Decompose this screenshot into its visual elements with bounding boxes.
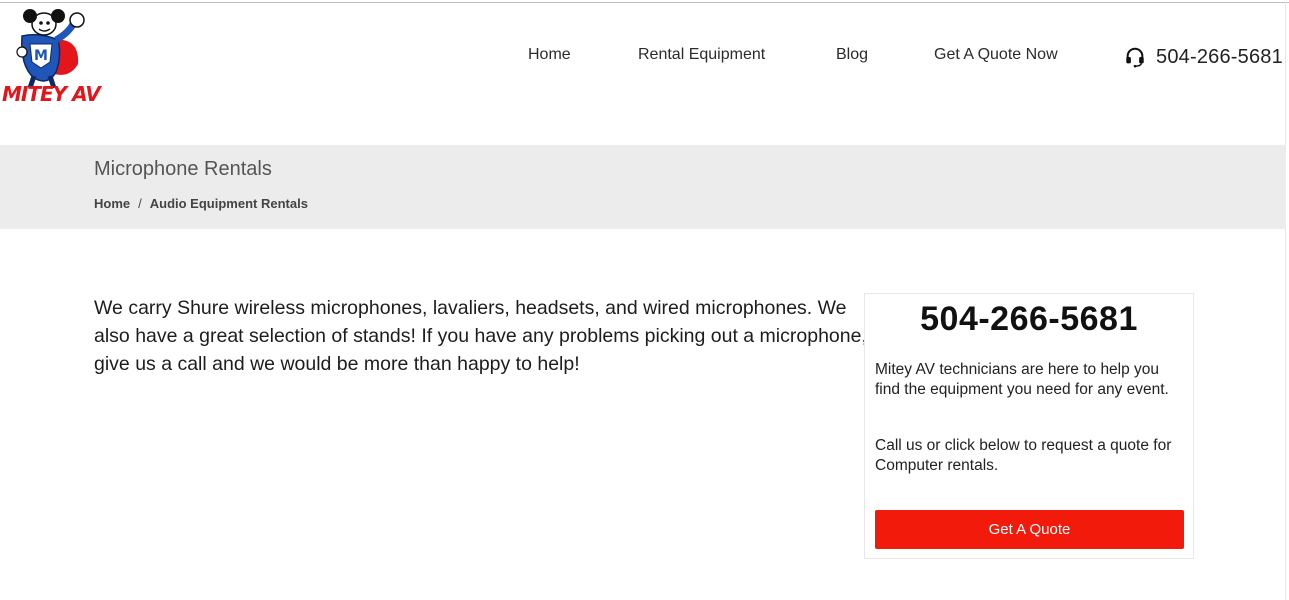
header-phone-link[interactable]: 504-266-5681 [1124, 44, 1283, 70]
svg-text:M: M [34, 48, 48, 64]
nav-item-rental-equipment[interactable]: Rental Equipment [638, 46, 765, 64]
intro-paragraph: We carry Shure wireless microphones, lav… [94, 297, 867, 375]
headset-icon [1126, 47, 1144, 68]
nav-item-get-a-quote-now[interactable]: Get A Quote Now [934, 46, 1058, 64]
breadcrumb-home[interactable]: Home [94, 196, 130, 211]
get-a-quote-button[interactable]: Get A Quote [875, 510, 1184, 549]
logo-wordmark: MITEY AV [2, 82, 101, 106]
header-phone-number: 504-266-5681 [1156, 45, 1283, 68]
breadcrumb-separator: / [138, 196, 142, 211]
page-title: Microphone Rentals [94, 158, 272, 180]
right-border [1285, 2, 1286, 600]
card-description: Mitey AV technicians are here to help yo… [875, 361, 1169, 398]
nav-item-blog[interactable]: Blog [836, 46, 868, 64]
top-border [0, 2, 1289, 3]
breadcrumb: Home / Audio Equipment Rentals [94, 196, 308, 211]
quote-card: 504-266-5681 Mitey AV technicians are he… [864, 293, 1194, 559]
mascot-icon: M [16, 9, 85, 89]
nav-item-home[interactable]: Home [528, 46, 571, 64]
card-phone-number[interactable]: 504-266-5681 [865, 300, 1193, 339]
breadcrumb-audio-equipment-rentals[interactable]: Audio Equipment Rentals [150, 196, 308, 211]
card-call-to-action: Call us or click below to request a quot… [875, 437, 1172, 474]
